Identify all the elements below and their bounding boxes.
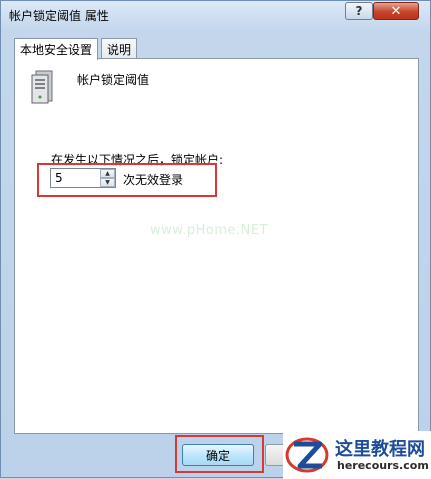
spin-down-button[interactable]: ▼ xyxy=(100,178,115,187)
tab-explain[interactable]: 说明 xyxy=(101,38,138,59)
close-button[interactable]: ✕ xyxy=(373,2,419,20)
logo-icon xyxy=(285,437,329,473)
invalid-logon-label: 次无效登录 xyxy=(123,173,184,187)
spin-up-button[interactable]: ▲ xyxy=(100,169,115,178)
server-icon xyxy=(31,70,53,104)
lockout-threshold-stepper[interactable]: ▲ ▼ xyxy=(50,168,116,188)
title-bar: 帐户锁定阈值 属性 ? ✕ xyxy=(1,1,430,29)
help-icon: ? xyxy=(355,4,363,18)
window-title: 帐户锁定阈值 属性 xyxy=(9,9,109,23)
logo-title: 这里教程网 xyxy=(335,439,425,460)
lockout-threshold-input[interactable] xyxy=(51,169,101,187)
policy-name: 帐户锁定阈值 xyxy=(77,73,150,87)
chevron-down-icon: ▼ xyxy=(105,178,110,186)
tab-local-security-setting[interactable]: 本地安全设置 xyxy=(14,38,99,60)
chevron-up-icon: ▲ xyxy=(105,169,110,177)
logo-url: herecours.com xyxy=(337,459,429,472)
tab-label: 本地安全设置 xyxy=(20,43,93,57)
watermark: www.pHome.NET xyxy=(150,223,268,238)
ok-button[interactable]: 确定 xyxy=(182,444,254,466)
tab-panel: 帐户锁定阈值 在发生以下情况之后，锁定帐户: ▲ ▼ 次无效登录 www.pHo… xyxy=(14,58,419,434)
site-logo: 这里教程网 herecours.com xyxy=(283,431,431,479)
close-icon: ✕ xyxy=(390,3,402,19)
tab-label: 说明 xyxy=(107,43,132,57)
ok-button-label: 确定 xyxy=(205,448,230,463)
help-button[interactable]: ? xyxy=(345,2,373,20)
properties-dialog: 帐户锁定阈值 属性 ? ✕ 本地安全设置 说明 帐户锁定阈值 在发生以下情况之后… xyxy=(0,0,431,479)
